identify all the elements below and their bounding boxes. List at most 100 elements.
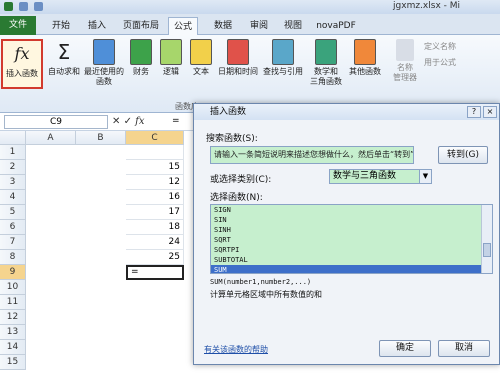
list-item[interactable]: SQRT — [211, 235, 492, 245]
row-header[interactable]: 11 — [0, 295, 26, 310]
autosum-button[interactable]: Σ 自动求和 — [46, 39, 82, 77]
category-value: 数学与三角函数 — [333, 171, 397, 181]
row-header[interactable]: 12 — [0, 310, 26, 325]
row-header[interactable]: 10 — [0, 280, 26, 295]
text-book-icon — [190, 39, 212, 65]
row-header[interactable]: 6 — [0, 220, 26, 235]
dialog-help-button[interactable]: ? — [467, 106, 481, 118]
help-link[interactable]: 有关该函数的帮助 — [204, 344, 268, 355]
lookup-book-icon — [272, 39, 294, 65]
dialog-title: 插入函数 — [210, 107, 247, 117]
cancel-icon[interactable]: ✕ — [112, 116, 120, 127]
tab-data[interactable]: 数据 — [208, 17, 238, 35]
tab-page-layout[interactable]: 页面布局 — [116, 17, 166, 35]
cell-c5[interactable]: 17 — [126, 205, 184, 220]
dialog-title-bar: 插入函数 ? × — [194, 104, 499, 120]
list-item[interactable]: SQRTPI — [211, 245, 492, 255]
cell-c3[interactable]: 12 — [126, 175, 184, 190]
more-book-icon — [354, 39, 376, 65]
math-label-1: 数学和 — [314, 67, 338, 76]
name-box[interactable]: C9 — [4, 115, 108, 129]
text-label: 文本 — [193, 67, 209, 76]
row-header[interactable]: 3 — [0, 175, 26, 190]
column-header-c[interactable]: C — [126, 131, 184, 145]
row-header[interactable]: 14 — [0, 340, 26, 355]
row-header[interactable]: 8 — [0, 250, 26, 265]
more-functions-label: 其他函数 — [349, 67, 381, 76]
scrollbar-thumb[interactable] — [483, 243, 491, 257]
name-manager-button[interactable]: 名称 管理器 — [392, 39, 418, 83]
tab-novapdf[interactable]: novaPDF — [312, 17, 360, 35]
cell-c6[interactable]: 18 — [126, 220, 184, 235]
lookup-button[interactable]: 查找与引用 — [262, 39, 304, 77]
financial-book-icon — [130, 39, 152, 65]
math-trig-button[interactable]: 数学和 三角函数 — [308, 39, 344, 87]
select-all-corner[interactable] — [0, 131, 26, 145]
tab-review[interactable]: 审阅 — [244, 17, 274, 35]
cell-c8[interactable]: 25 — [126, 250, 184, 265]
function-list[interactable]: SIGN SIN SINH SQRT SQRTPI SUBTOTAL SUM — [210, 204, 493, 274]
cell-c1[interactable] — [126, 145, 184, 160]
row-header[interactable]: 7 — [0, 235, 26, 250]
goto-button[interactable]: 转到(G) — [438, 146, 488, 164]
list-scrollbar[interactable] — [481, 205, 492, 273]
save-icon[interactable] — [18, 2, 28, 11]
name-manager-label-1: 名称 — [397, 63, 413, 72]
logical-label: 逻辑 — [163, 67, 179, 76]
category-select[interactable]: 数学与三角函数 ▼ — [329, 169, 432, 184]
more-functions-button[interactable]: 其他函数 — [346, 39, 384, 77]
ok-button[interactable]: 确定 — [379, 340, 431, 357]
cancel-button[interactable]: 取消 — [438, 340, 490, 357]
row-header[interactable]: 13 — [0, 325, 26, 340]
chevron-down-icon[interactable]: ▼ — [419, 170, 431, 183]
insert-function-button[interactable]: fx 插入函数 — [1, 39, 43, 89]
column-header-b[interactable]: B — [76, 131, 126, 145]
list-item[interactable]: SIGN — [211, 205, 492, 215]
math-label-2: 三角函数 — [310, 77, 342, 86]
list-item[interactable]: SIN — [211, 215, 492, 225]
text-button[interactable]: 文本 — [188, 39, 214, 77]
cell-c9-active[interactable]: = — [126, 265, 184, 280]
row-header[interactable]: 5 — [0, 205, 26, 220]
row-header[interactable]: 4 — [0, 190, 26, 205]
cell-c4[interactable]: 16 — [126, 190, 184, 205]
list-item-selected[interactable]: SUM — [211, 265, 492, 273]
worksheet-grid[interactable]: A B C 1 2 3 4 5 6 7 8 9 10 11 12 13 14 1… — [0, 131, 200, 375]
function-signature: SUM(number1,number2,...) — [210, 278, 312, 286]
recent-functions-button[interactable]: 最近使用的 函数 — [84, 39, 124, 87]
star-book-icon — [93, 39, 115, 65]
tab-file[interactable]: 文件 — [0, 16, 36, 35]
recent-label-2: 函数 — [96, 77, 112, 86]
undo-icon[interactable] — [33, 2, 43, 11]
formula-input[interactable]: = — [172, 116, 180, 126]
use-in-formula-button[interactable]: 用于公式 — [424, 57, 456, 68]
datetime-button[interactable]: 日期和时间 — [216, 39, 260, 77]
logical-button[interactable]: 逻辑 — [158, 39, 184, 77]
cell-c2[interactable]: 15 — [126, 160, 184, 175]
list-item[interactable]: SINH — [211, 225, 492, 235]
financial-button[interactable]: 财务 — [128, 39, 154, 77]
row-header[interactable]: 9 — [0, 265, 26, 280]
list-item[interactable]: SUBTOTAL — [211, 255, 492, 265]
dialog-close-button[interactable]: × — [483, 106, 497, 118]
tab-formulas[interactable]: 公式 — [168, 17, 198, 35]
insert-function-label: 插入函数 — [6, 69, 38, 78]
confirm-icon[interactable]: ✓ — [124, 116, 132, 127]
row-header[interactable]: 15 — [0, 355, 26, 370]
row-header[interactable]: 1 — [0, 145, 26, 160]
ribbon-tabs: 文件 开始 插入 页面布局 公式 数据 审阅 视图 novaPDF — [0, 14, 500, 35]
search-function-input[interactable]: 请输入一条简短说明来描述您想做什么，然后单击“转到” — [210, 146, 414, 164]
quick-access-toolbar — [4, 2, 64, 12]
lookup-label: 查找与引用 — [263, 67, 303, 76]
tab-insert[interactable]: 插入 — [82, 17, 112, 35]
cell-c7[interactable]: 24 — [126, 235, 184, 250]
define-name-button[interactable]: 定义名称 — [424, 41, 456, 52]
tab-home[interactable]: 开始 — [44, 17, 78, 35]
function-description: 计算单元格区域中所有数值的和 — [210, 290, 322, 299]
column-header-a[interactable]: A — [26, 131, 76, 145]
fx-formula-icon[interactable]: fx — [135, 116, 144, 127]
fx-icon: fx — [14, 44, 30, 63]
recent-label-1: 最近使用的 — [84, 67, 124, 76]
row-header[interactable]: 2 — [0, 160, 26, 175]
tab-view[interactable]: 视图 — [278, 17, 308, 35]
